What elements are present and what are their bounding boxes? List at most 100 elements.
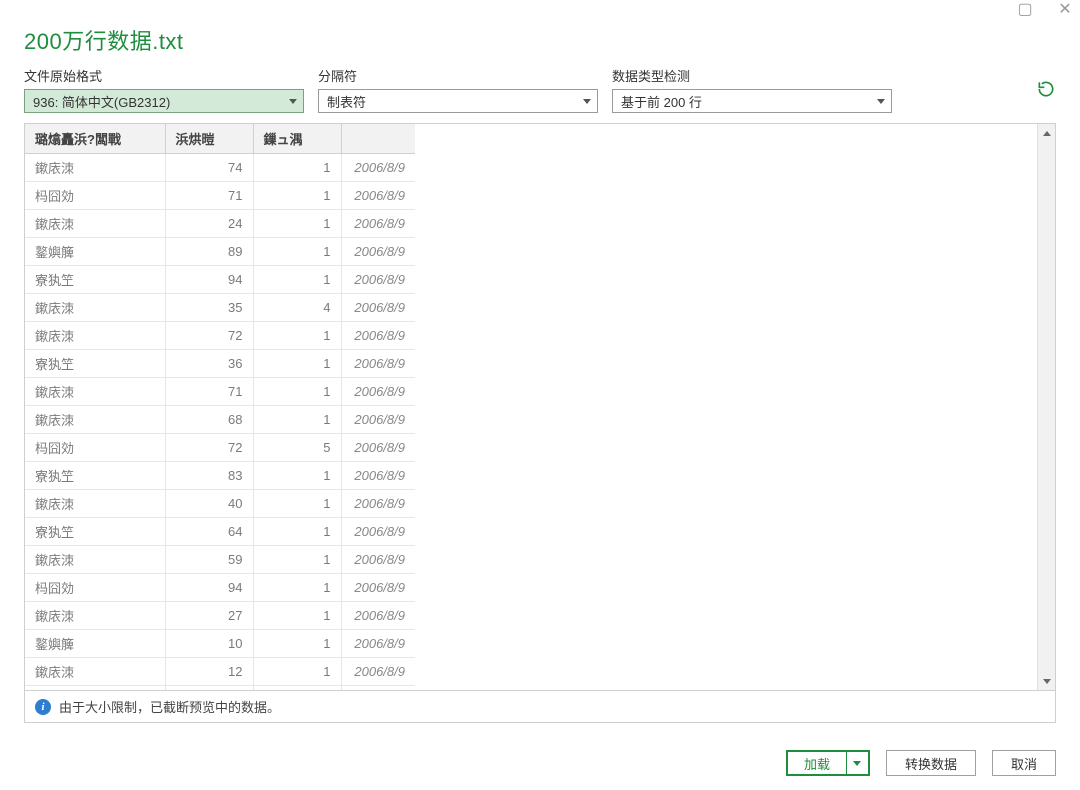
cell: 1: [253, 322, 341, 350]
preview-table: 璐熻矗浜?闆戰 浜烘暟 鏁ュ湡 鏉庡洓7412006/8/9杩囧効7112006…: [25, 124, 415, 690]
load-dropdown-arrow[interactable]: [846, 752, 868, 774]
cell: 鐜嬩簲: [25, 238, 165, 266]
cell: 1: [253, 266, 341, 294]
info-bar: i 由于大小限制，已截断预览中的数据。: [25, 690, 1055, 722]
detection-dropdown[interactable]: 基于前 200 行: [612, 89, 892, 113]
cell: 鏉庡洓: [25, 546, 165, 574]
cell: 2006/8/9: [341, 602, 415, 630]
cell: 鏉庡洓: [25, 406, 165, 434]
cell: 2006/8/9: [341, 238, 415, 266]
table-row[interactable]: 寮犱笁8312006/8/9: [25, 462, 415, 490]
table-row[interactable]: 杩囧効9412006/8/9: [25, 574, 415, 602]
delimiter-dropdown[interactable]: 制表符: [318, 89, 598, 113]
cell: 1: [253, 378, 341, 406]
cell: 1: [253, 574, 341, 602]
cell: 鏉庡洓: [25, 658, 165, 686]
cell: 1: [253, 350, 341, 378]
load-button[interactable]: 加载: [788, 752, 846, 774]
cell: 2006/8/9: [341, 630, 415, 658]
cell: 24: [165, 210, 253, 238]
cell: 72: [165, 322, 253, 350]
cell: 1: [253, 462, 341, 490]
cell: 鏉庡洓: [25, 294, 165, 322]
cell: 2006/8/9: [341, 658, 415, 686]
table-row[interactable]: 鐜嬩簲8912006/8/9: [25, 238, 415, 266]
column-header[interactable]: 鏁ュ湡: [253, 124, 341, 154]
cell: 杩囧効: [25, 182, 165, 210]
cell: 2006/8/9: [341, 154, 415, 182]
cell: 2006/8/9: [341, 378, 415, 406]
cell: 寮犱笁: [25, 266, 165, 294]
vertical-scrollbar[interactable]: [1037, 124, 1055, 690]
detection-value: 基于前 200 行: [621, 92, 702, 111]
table-row[interactable]: 鏉庡洓7212006/8/9: [25, 322, 415, 350]
cell: 10: [165, 630, 253, 658]
cancel-button[interactable]: 取消: [992, 750, 1056, 776]
scroll-up-arrow[interactable]: [1038, 124, 1056, 142]
table-row[interactable]: 鏉庡洓1212006/8/9: [25, 658, 415, 686]
cell: 2006/8/9: [341, 350, 415, 378]
chevron-down-icon: [583, 99, 591, 104]
cell: 鏉庡洓: [25, 602, 165, 630]
delimiter-label: 分隔符: [318, 66, 598, 85]
cell: 27: [165, 602, 253, 630]
cell: 寮犱笁: [25, 462, 165, 490]
transform-button[interactable]: 转换数据: [886, 750, 976, 776]
scroll-down-arrow[interactable]: [1038, 672, 1056, 690]
detection-label: 数据类型检测: [612, 66, 892, 85]
close-icon[interactable]: ✕: [1056, 0, 1074, 18]
cell: 2006/8/9: [341, 406, 415, 434]
cell: 1: [253, 602, 341, 630]
maximize-icon[interactable]: ▢: [1016, 0, 1034, 18]
table-row[interactable]: 寮犱笁3612006/8/9: [25, 350, 415, 378]
info-icon: i: [35, 699, 51, 715]
preview-area: 璐熻矗浜?闆戰 浜烘暟 鏁ュ湡 鏉庡洓7412006/8/9杩囧効7112006…: [24, 123, 1056, 723]
cell: 59: [165, 546, 253, 574]
column-header[interactable]: 璐熻矗浜?闆戰: [25, 124, 165, 154]
cell: 2006/8/9: [341, 574, 415, 602]
table-row[interactable]: 鏉庡洓6812006/8/9: [25, 406, 415, 434]
table-row[interactable]: 鏉庡洓4012006/8/9: [25, 490, 415, 518]
cell: 68: [165, 406, 253, 434]
cell: 94: [165, 574, 253, 602]
cell: 5: [253, 434, 341, 462]
refresh-icon[interactable]: [1036, 79, 1056, 99]
cell: 2006/8/9: [341, 210, 415, 238]
cell: 71: [165, 378, 253, 406]
cell: 2006/8/9: [341, 434, 415, 462]
cell: 64: [165, 518, 253, 546]
cell: 1: [253, 658, 341, 686]
table-row[interactable]: 鏉庡洓2412006/8/9: [25, 210, 415, 238]
table-row[interactable]: 鏉庡洓7412006/8/9: [25, 154, 415, 182]
cell: 2006/8/9: [341, 462, 415, 490]
table-header-row: 璐熻矗浜?闆戰 浜烘暟 鏁ュ湡: [25, 124, 415, 154]
cell: 1: [253, 210, 341, 238]
cell: 寮犱笁: [25, 350, 165, 378]
cell: 2006/8/9: [341, 490, 415, 518]
column-header[interactable]: [341, 124, 415, 154]
file-origin-dropdown[interactable]: 936: 简体中文(GB2312): [24, 89, 304, 113]
cell: 1: [253, 518, 341, 546]
cell: 1: [253, 406, 341, 434]
table-row[interactable]: 鏉庡洓5912006/8/9: [25, 546, 415, 574]
column-header[interactable]: 浜烘暟: [165, 124, 253, 154]
table-row[interactable]: 寮犱笁9412006/8/9: [25, 266, 415, 294]
cell: 1: [253, 154, 341, 182]
table-row[interactable]: 杩囧効7252006/8/9: [25, 434, 415, 462]
table-row[interactable]: 杩囧効7112006/8/9: [25, 182, 415, 210]
cell: 71: [165, 182, 253, 210]
table-row[interactable]: 寮犱笁6412006/8/9: [25, 518, 415, 546]
table-row[interactable]: 鏉庡洓3542006/8/9: [25, 294, 415, 322]
chevron-down-icon: [877, 99, 885, 104]
cell: 鐜嬩簲: [25, 630, 165, 658]
cell: 35: [165, 294, 253, 322]
cell: 鏉庡洓: [25, 210, 165, 238]
cell: 2006/8/9: [341, 294, 415, 322]
cell: 40: [165, 490, 253, 518]
table-row[interactable]: 鐜嬩簲1012006/8/9: [25, 630, 415, 658]
table-row[interactable]: 鏉庡洓2712006/8/9: [25, 602, 415, 630]
table-row[interactable]: 鏉庡洓7112006/8/9: [25, 378, 415, 406]
dialog-title: 200万行数据.txt: [0, 0, 1080, 66]
file-origin-label: 文件原始格式: [24, 66, 304, 85]
file-origin-value: 936: 简体中文(GB2312): [33, 92, 170, 111]
